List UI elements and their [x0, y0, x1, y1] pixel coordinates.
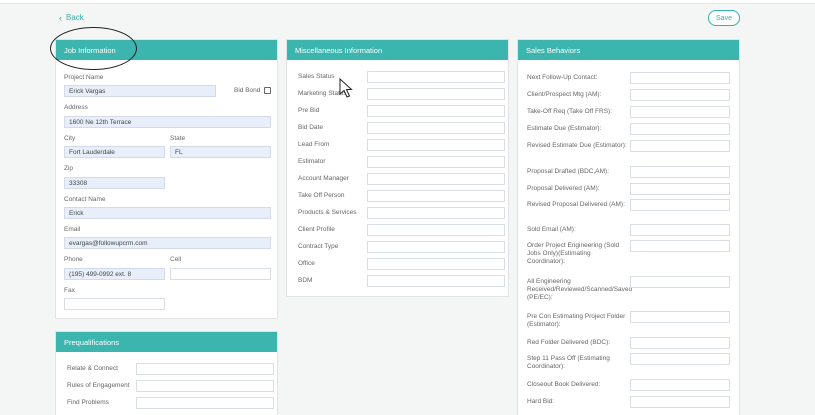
- sales-behavior-row-field[interactable]: [630, 337, 730, 349]
- misc-row-label: Take Off Person: [298, 192, 345, 199]
- sales-behavior-row-field[interactable]: [630, 353, 730, 365]
- prequal-row-label: Find Problems: [67, 399, 109, 406]
- sales-behavior-row-field[interactable]: [630, 123, 730, 135]
- sales-behavior-row-field[interactable]: [630, 224, 730, 236]
- misc-row-label: BDM: [298, 277, 313, 284]
- city-label: City: [64, 135, 76, 142]
- sales-behaviors-panel: Sales Behaviors Next Follow-Up Contact: C…: [517, 39, 740, 415]
- job-information-header: Job Information: [56, 40, 277, 60]
- misc-row-field[interactable]: [367, 190, 505, 202]
- misc-row-field[interactable]: [367, 88, 505, 100]
- sales-behavior-row-field[interactable]: [630, 311, 730, 323]
- save-button[interactable]: Save: [708, 10, 740, 26]
- sales-behavior-row-label: Sold Email (AM):: [527, 226, 576, 233]
- misc-row-label: Marketing Status: [298, 90, 347, 97]
- sales-behavior-row-label: Closeout Book Delivered:: [527, 381, 601, 388]
- sales-behavior-row-field[interactable]: [630, 72, 730, 84]
- email-label: Email: [64, 226, 81, 233]
- misc-row-field[interactable]: [367, 173, 505, 185]
- email-field[interactable]: evargas@followupcrm.com: [64, 237, 271, 249]
- chevron-left-icon: ‹: [59, 12, 62, 23]
- sales-behavior-row-field[interactable]: [630, 106, 730, 118]
- sales-behavior-row-label: Pre Con Estimating Project Folder (Estim…: [527, 313, 626, 328]
- fax-label: Fax: [64, 287, 75, 294]
- misc-row-label: Bid Date: [298, 124, 323, 131]
- sales-behavior-row-label: Revised Proposal Delivered (AM):: [527, 201, 625, 208]
- misc-row-label: Estimator: [298, 158, 326, 165]
- sales-behaviors-header: Sales Behaviors: [518, 40, 739, 60]
- prequalifications-panel: Prequalifications Relate & Connect Rules …: [55, 331, 278, 415]
- misc-row-label: Pre Bid: [298, 107, 320, 114]
- back-label: Back: [66, 13, 84, 22]
- sales-behavior-row-field[interactable]: [630, 379, 730, 391]
- phone-label: Phone: [64, 256, 83, 263]
- misc-row-label: Account Manager: [298, 175, 349, 182]
- bid-bond-checkbox[interactable]: [264, 87, 271, 94]
- phone-field[interactable]: (195) 499-0992 ext. 8: [64, 268, 165, 280]
- misc-row-field[interactable]: [367, 105, 505, 117]
- misc-row-field[interactable]: [367, 122, 505, 134]
- sales-behavior-row-label: Take-Off Req (Take Off FRS):: [527, 108, 613, 115]
- fax-field[interactable]: [64, 298, 165, 310]
- prequalifications-header: Prequalifications: [56, 332, 277, 352]
- sales-behavior-row-field[interactable]: [630, 240, 730, 252]
- sales-behavior-row-label: Proposal Delivered (AM):: [527, 185, 600, 192]
- zip-field[interactable]: 33308: [64, 177, 165, 189]
- misc-row-field[interactable]: [367, 207, 505, 219]
- misc-information-header: Miscellaneous Information: [287, 40, 508, 60]
- bid-bond-label: Bid Bond: [234, 87, 261, 94]
- misc-row-field[interactable]: [367, 139, 505, 151]
- sales-behavior-row-label: Client/Prospect Mtg (AM):: [527, 91, 602, 98]
- misc-row-label: Sales Status: [298, 73, 335, 80]
- misc-row-label: Client Profile: [298, 226, 335, 233]
- project-name-field[interactable]: Erick Vargas: [64, 85, 216, 97]
- sales-behavior-row-label: Estimate Due (Estimator):: [527, 125, 602, 132]
- state-field[interactable]: FL: [170, 146, 271, 158]
- state-label: State: [170, 135, 186, 142]
- sales-behavior-row-label: Revised Estimate Due (Estimator):: [527, 142, 627, 149]
- sales-behavior-row-label: Next Follow-Up Contact:: [527, 74, 598, 81]
- prequal-row-field[interactable]: [136, 397, 274, 409]
- sales-behavior-row-label: Hard Bid:: [527, 398, 555, 405]
- sales-behavior-row-label: Red Folder Delivered (BDC):: [527, 339, 611, 346]
- project-name-label: Project Name: [64, 74, 104, 81]
- misc-row-field[interactable]: [367, 71, 505, 83]
- sales-behavior-row-label: Proposal Drafted (BDC,AM):: [527, 168, 609, 175]
- misc-row-field[interactable]: [367, 241, 505, 253]
- sales-behavior-row-field[interactable]: [630, 276, 730, 288]
- sales-behavior-row-field[interactable]: [630, 183, 730, 195]
- sales-behavior-row-field[interactable]: [630, 166, 730, 178]
- misc-row-field[interactable]: [367, 224, 505, 236]
- misc-row-label: Office: [298, 260, 315, 267]
- contact-name-label: Contact Name: [64, 196, 106, 203]
- sales-behavior-row-label: All Engineering Received/Reviewed/Scanne…: [527, 278, 633, 301]
- cell-field[interactable]: [170, 268, 271, 280]
- misc-row-label: Lead From: [298, 141, 330, 148]
- zip-label: Zip: [64, 165, 74, 172]
- prequal-row-field[interactable]: [136, 363, 274, 375]
- sales-behavior-row-label: Step 11 Pass Off (Estimating Coordinator…: [527, 355, 610, 370]
- city-field[interactable]: Fort Lauderdale: [64, 146, 165, 158]
- prequal-row-field[interactable]: [136, 380, 274, 392]
- top-bar: [0, 0, 815, 4]
- contact-name-field[interactable]: Erick: [64, 207, 271, 219]
- back-link[interactable]: ‹ Back: [59, 13, 84, 22]
- prequal-row-label: Relate & Connect: [67, 365, 118, 372]
- prequal-row-label: Rules of Engagement: [67, 382, 130, 389]
- sales-behavior-row-field[interactable]: [630, 140, 730, 152]
- misc-row-label: Products & Services: [298, 209, 357, 216]
- address-label: Address: [64, 104, 88, 111]
- cell-label: Cell: [170, 256, 182, 263]
- misc-information-panel: Miscellaneous Information Sales Status Ma…: [286, 39, 509, 297]
- sales-behavior-row-field[interactable]: [630, 396, 730, 408]
- sales-behavior-row-field[interactable]: [630, 199, 730, 211]
- misc-row-field[interactable]: [367, 156, 505, 168]
- misc-row-field[interactable]: [367, 275, 505, 287]
- sales-behavior-row-label: Order Project Engineering (Sold Jobs Onl…: [527, 242, 620, 265]
- address-field[interactable]: 1600 Ne 12th Terrace: [64, 116, 271, 128]
- sales-behavior-row-field[interactable]: [630, 89, 730, 101]
- misc-row-field[interactable]: [367, 258, 505, 270]
- misc-row-label: Contract Type: [298, 243, 339, 250]
- job-information-panel: Job Information Project Name Erick Varga…: [55, 39, 278, 319]
